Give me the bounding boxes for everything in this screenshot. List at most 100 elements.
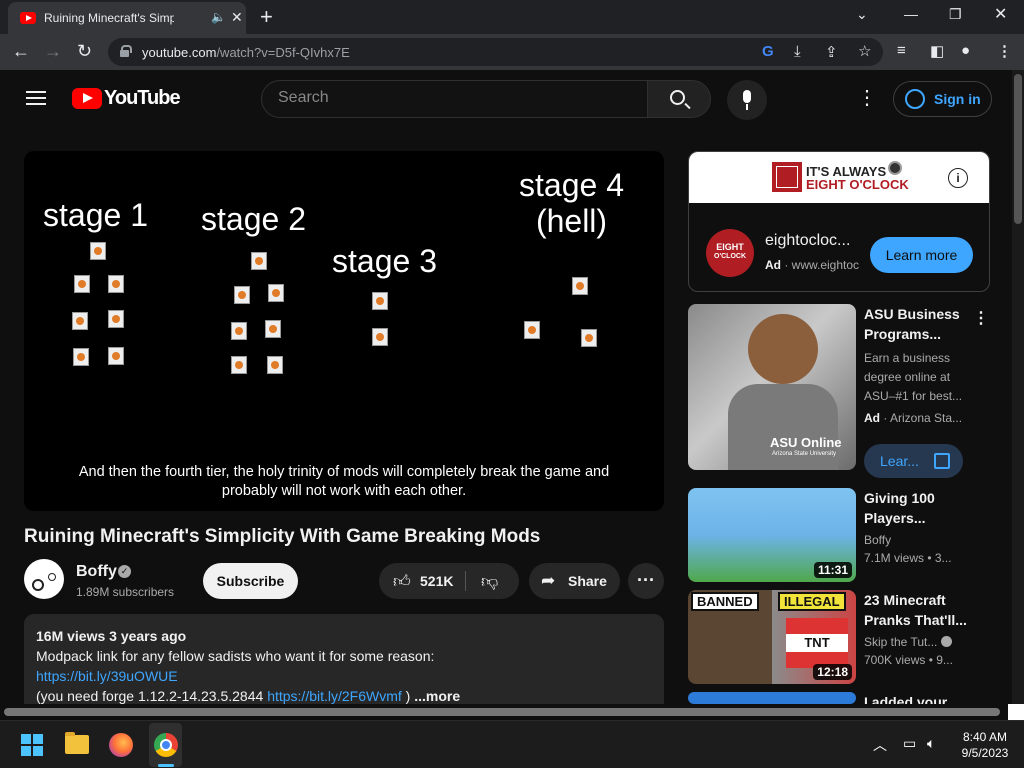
mod-jar-icon	[72, 312, 88, 330]
learn-more-button[interactable]: Learn more	[870, 237, 973, 273]
advertiser-logo[interactable]: EIGHT O'CLOCK	[706, 229, 754, 277]
recommendation-title[interactable]: 23 Minecraft Pranks That'll...	[864, 590, 974, 630]
vertical-scrollbar[interactable]	[1012, 70, 1024, 704]
reload-icon[interactable]: ↻	[77, 41, 92, 62]
voice-search-button[interactable]	[727, 80, 767, 120]
address-bar[interactable]: youtube.com/watch?v=D5f-QIvhx7E G ⤓ ⇪ ☆	[108, 38, 883, 66]
mic-icon	[743, 90, 751, 103]
info-icon[interactable]: i	[948, 168, 968, 188]
lock-icon[interactable]	[120, 45, 132, 57]
subscriber-count: 1.89M subscribers	[76, 585, 175, 599]
stage-label: stage 3	[332, 243, 437, 279]
forge-link[interactable]: https://bit.ly/2F6Wvmf	[267, 688, 402, 704]
description-box[interactable]: 16M views 3 years ago Modpack link for a…	[24, 614, 664, 714]
youtube-wordmark[interactable]: YouTube	[104, 87, 181, 110]
menu-hamburger-icon[interactable]	[26, 91, 46, 105]
recommendation-meta: 700K views • 9...	[864, 653, 953, 667]
mod-jar-icon	[372, 292, 388, 310]
close-window-icon[interactable]: ✕	[994, 4, 1007, 24]
recommendation-description: Earn a business degree online at ASU–#1 …	[864, 351, 963, 403]
dislike-button[interactable]: 👎︎	[481, 571, 498, 592]
restore-icon[interactable]: ❐	[949, 6, 962, 23]
bookmark-star-icon[interactable]: ☆	[858, 42, 871, 60]
google-icon[interactable]: G	[762, 43, 774, 60]
channel-avatar[interactable]	[24, 559, 64, 599]
more-actions-button[interactable]: ···	[628, 563, 664, 599]
modpack-link[interactable]: https://bit.ly/39uOWUE	[36, 668, 178, 684]
video-thumbnail[interactable]: BANNED ILLEGAL TNT 12:18	[688, 590, 856, 684]
chrome-taskbar-icon[interactable]	[149, 723, 182, 767]
mod-jar-icon	[231, 356, 247, 374]
search-box[interactable]	[261, 80, 648, 118]
volume-icon[interactable]: 🔈︎	[927, 735, 935, 752]
mod-jar-icon	[74, 275, 90, 293]
profile-icon[interactable]: ●	[961, 42, 970, 59]
learn-more-button[interactable]: Lear...	[864, 444, 963, 478]
show-hidden-icons-icon[interactable]: ︿	[873, 735, 887, 755]
minimize-icon[interactable]: —	[904, 6, 918, 22]
show-more-button[interactable]: ...more	[414, 688, 460, 704]
stage-label: stage 1	[43, 197, 148, 233]
video-thumbnail[interactable]: 11:31	[688, 488, 856, 582]
account-icon	[905, 89, 925, 109]
like-dislike-bar: 👍︎ 521K 👎︎	[379, 563, 519, 599]
mod-jar-icon	[108, 310, 124, 328]
horizontal-scrollbar[interactable]	[0, 704, 1008, 720]
description-line: Modpack link for any fellow sadists who …	[36, 648, 435, 664]
sign-in-button[interactable]: Sign in	[893, 81, 992, 117]
youtube-logo-icon[interactable]	[72, 88, 102, 109]
recommendation-channel[interactable]: Skip the Tut...	[864, 635, 953, 649]
ad-banner[interactable]: IT'S ALWAYS EIGHT O'CLOCK i	[689, 152, 989, 203]
mod-jar-icon	[108, 275, 124, 293]
ad-label: Ad · www.eightoc	[765, 258, 860, 272]
new-tab-button[interactable]: +	[260, 4, 273, 30]
browser-tab[interactable]: Ruining Minecraft's Simplicit 🔈 ✕	[8, 2, 246, 34]
video-thumbnail[interactable]	[688, 692, 856, 704]
settings-kebab-icon[interactable]: ⋮	[857, 88, 877, 108]
asu-thumbnail[interactable]: ASU Online Arizona State University	[688, 304, 856, 470]
mod-jar-icon	[581, 329, 597, 347]
subscribe-button[interactable]: Subscribe	[203, 563, 298, 599]
like-count[interactable]: 521K	[420, 573, 453, 589]
views-and-date: 16M views 3 years ago	[36, 628, 187, 644]
network-icon[interactable]: ▭	[903, 735, 916, 752]
share-button[interactable]: ➦ Share	[529, 563, 620, 599]
mod-jar-icon	[90, 242, 106, 260]
search-button[interactable]	[647, 80, 711, 118]
recommendation-item[interactable]: 11:31 Giving 100 Players... Boffy 7.1M v…	[688, 488, 998, 584]
recommendation-meta: 7.1M views • 3...	[864, 551, 952, 565]
recommendation-item[interactable]: BANNED ILLEGAL TNT 12:18 23 Minecraft Pr…	[688, 590, 998, 686]
ad-label: Ad · Arizona Sta...	[864, 411, 963, 425]
channel-name[interactable]: Boffy	[76, 563, 117, 581]
speaker-icon[interactable]: 🔈	[211, 10, 226, 24]
recommendation-title[interactable]: I added your	[864, 692, 974, 704]
advertiser-name[interactable]: eightocloc...	[765, 232, 850, 250]
recommendation-channel[interactable]: Boffy	[864, 533, 891, 547]
chrome-menu-icon[interactable]: ⋮	[997, 42, 1012, 60]
recommendation-title[interactable]: ASU Business Programs...	[864, 304, 974, 344]
sign-in-label: Sign in	[934, 91, 981, 107]
forward-icon[interactable]: →	[44, 41, 62, 62]
taskbar-clock[interactable]: 8:40 AM 9/5/2023	[955, 729, 1015, 761]
file-explorer-icon[interactable]	[65, 732, 89, 754]
tab-search-icon[interactable]: ⌄	[856, 6, 868, 23]
scrollbar-corner	[1008, 704, 1024, 720]
illegal-badge: ILLEGAL	[778, 592, 846, 611]
firefox-icon[interactable]	[109, 733, 133, 757]
side-panel-icon[interactable]: ◧	[930, 42, 944, 60]
recommendation-item[interactable]: I added your	[688, 692, 998, 704]
sponsored-recommendation[interactable]: ASU Online Arizona State University ASU …	[688, 304, 998, 484]
back-icon[interactable]: ←	[12, 41, 30, 62]
recommendation-title[interactable]: Giving 100 Players...	[864, 488, 974, 528]
more-options-icon[interactable]: ⋮	[973, 308, 989, 328]
close-tab-icon[interactable]: ✕	[231, 9, 243, 26]
search-input[interactable]	[278, 89, 628, 107]
video-player[interactable]: stage 1 stage 2 stage 3 stage 4 (hell) A…	[24, 151, 664, 511]
media-queue-icon[interactable]: ≡	[897, 42, 906, 59]
install-icon[interactable]: ⤓	[794, 43, 801, 60]
url-text[interactable]: youtube.com/watch?v=D5f-QIvhx7E	[142, 45, 350, 60]
youtube-favicon-icon	[20, 12, 36, 24]
share-page-icon[interactable]: ⇪	[825, 43, 838, 61]
windows-start-icon[interactable]	[21, 734, 43, 756]
like-button[interactable]: 👍︎	[393, 571, 411, 592]
